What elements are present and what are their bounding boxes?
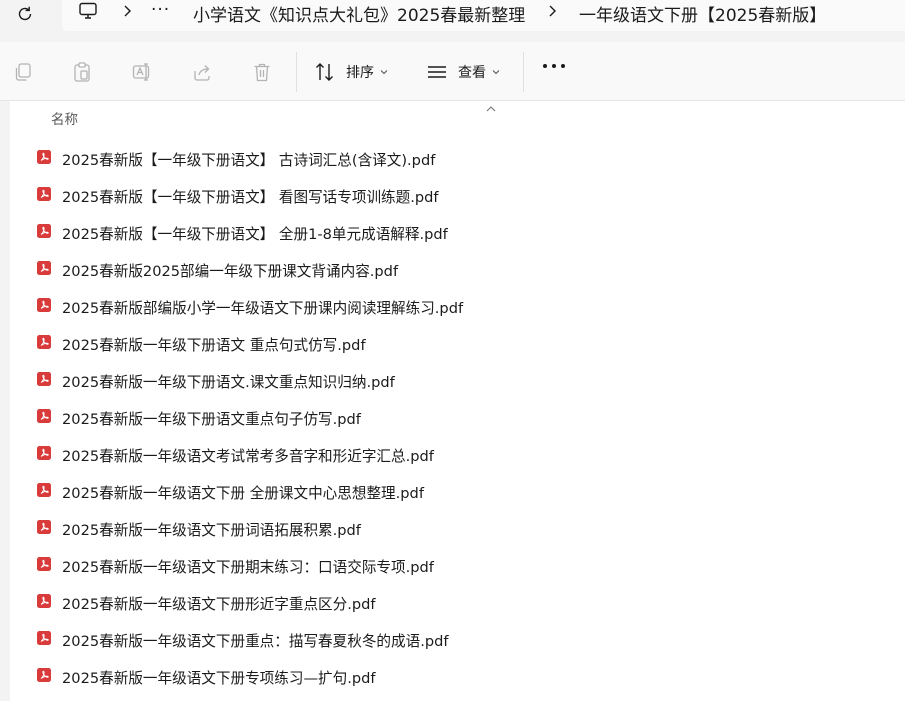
file-name: 2025春新版部编版小学一年级语文下册课内阅读理解练习.pdf — [62, 300, 464, 317]
file-row[interactable]: 2025春新版【一年级下册语文】 古诗词汇总(含译文).pdf — [36, 141, 435, 178]
file-name: 2025春新版一年级语文下册专项练习—扩句.pdf — [62, 670, 376, 687]
breadcrumb-item-current[interactable]: 一年级语文下册【2025春新版】 — [579, 1, 826, 26]
sort-ascending-icon — [486, 98, 496, 112]
file-name: 2025春新版一年级语文下册 全册课文中心思想整理.pdf — [62, 485, 424, 502]
pdf-file-icon — [37, 297, 51, 312]
file-row[interactable]: 2025春新版【一年级下册语文】 看图写话专项训练题.pdf — [36, 178, 439, 215]
file-name: 2025春新版【一年级下册语文】 看图写话专项训练题.pdf — [62, 189, 439, 206]
pdf-file-icon — [37, 630, 51, 645]
file-row[interactable]: 2025春新版一年级语文下册词语拓展积累.pdf — [36, 511, 361, 548]
file-name: 2025春新版一年级语文下册期末练习：口语交际专项.pdf — [62, 559, 434, 576]
pdf-file-icon — [37, 223, 51, 238]
pdf-file-icon — [37, 519, 51, 534]
file-row[interactable]: 2025春新版一年级语文下册专项练习—扩句.pdf — [36, 659, 376, 696]
file-name: 2025春新版【一年级下册语文】 全册1-8单元成语解释.pdf — [62, 226, 448, 243]
chevron-right-icon[interactable] — [546, 3, 558, 17]
file-name: 2025春新版一年级语文下册形近字重点区分.pdf — [62, 596, 376, 613]
column-header-name[interactable]: 名称 — [51, 108, 78, 128]
file-name: 2025春新版一年级语文下册重点：描写春夏秋冬的成语.pdf — [62, 633, 449, 650]
file-row[interactable]: 2025春新版一年级下册语文.课文重点知识归纳.pdf — [36, 363, 395, 400]
pdf-file-icon — [37, 260, 51, 275]
pdf-file-icon — [37, 556, 51, 571]
dot — [552, 64, 556, 68]
file-name: 2025春新版一年级下册语文 重点句式仿写.pdf — [62, 337, 366, 354]
toolbar-separator — [296, 52, 297, 92]
pdf-file-icon — [37, 186, 51, 201]
file-name: 2025春新版【一年级下册语文】 古诗词汇总(含译文).pdf — [62, 152, 436, 169]
file-name: 2025春新版一年级语文考试常考多音字和形近字汇总.pdf — [62, 448, 434, 465]
file-row[interactable]: 2025春新版【一年级下册语文】 全册1-8单元成语解释.pdf — [36, 215, 448, 252]
pdf-file-icon — [37, 371, 51, 386]
trash-icon[interactable] — [251, 61, 273, 83]
sort-icon — [316, 63, 333, 81]
file-row[interactable]: 2025春新版一年级语文下册重点：描写春夏秋冬的成语.pdf — [36, 622, 449, 659]
breadcrumb-overflow[interactable]: ··· — [151, 0, 170, 20]
file-row[interactable]: 2025春新版2025部编一年级下册课文背诵内容.pdf — [36, 252, 398, 289]
file-name: 2025春新版一年级语文下册词语拓展积累.pdf — [62, 522, 361, 539]
command-bar: 排序 查看 — [0, 42, 905, 101]
share-icon[interactable] — [191, 61, 213, 83]
file-name: 2025春新版2025部编一年级下册课文背诵内容.pdf — [62, 263, 399, 280]
pdf-file-icon — [37, 334, 51, 349]
file-name: 2025春新版一年级下册语文重点句子仿写.pdf — [62, 411, 361, 428]
view-icon — [428, 66, 446, 78]
pdf-file-icon — [37, 667, 51, 682]
toolbar-separator — [523, 52, 524, 92]
monitor-icon[interactable] — [78, 1, 100, 21]
file-row[interactable]: 2025春新版一年级语文下册 全册课文中心思想整理.pdf — [36, 474, 424, 511]
paste-icon[interactable] — [71, 61, 93, 83]
pdf-file-icon — [37, 408, 51, 423]
file-row[interactable]: 2025春新版一年级下册语文重点句子仿写.pdf — [36, 400, 361, 437]
rename-icon[interactable] — [131, 61, 153, 83]
sort-label: 排序 — [346, 65, 374, 81]
pdf-file-icon — [37, 593, 51, 608]
file-list-pane: 名称 2025春新版【一年级下册语文】 古诗词汇总(含译文).pdf 2025春新… — [0, 101, 905, 701]
navigation-pane-edge — [0, 101, 10, 701]
refresh-icon[interactable] — [14, 3, 36, 25]
file-row[interactable]: 2025春新版一年级下册语文 重点句式仿写.pdf — [36, 326, 366, 363]
chevron-right-icon[interactable] — [121, 3, 133, 17]
dot — [543, 64, 547, 68]
view-label: 查看 — [458, 65, 486, 81]
view-button[interactable]: 查看 — [426, 58, 500, 86]
more-options-button[interactable] — [543, 64, 565, 68]
pdf-file-icon — [37, 445, 51, 460]
pdf-file-icon — [37, 482, 51, 497]
address-bar: ··· 小学语文《知识点大礼包》2025春最新整理 一年级语文下册【2025春新… — [0, 0, 905, 42]
file-row[interactable]: 2025春新版一年级语文下册期末练习：口语交际专项.pdf — [36, 548, 434, 585]
file-row[interactable]: 2025春新版一年级语文下册形近字重点区分.pdf — [36, 585, 376, 622]
file-name: 2025春新版一年级下册语文.课文重点知识归纳.pdf — [62, 374, 395, 391]
chevron-down-icon — [380, 70, 388, 75]
pdf-file-icon — [37, 149, 51, 164]
file-row[interactable]: 2025春新版部编版小学一年级语文下册课内阅读理解练习.pdf — [36, 289, 463, 326]
breadcrumb-item-parent[interactable]: 小学语文《知识点大礼包》2025春最新整理 — [193, 1, 525, 26]
dot — [561, 64, 565, 68]
sort-button[interactable]: 排序 — [314, 58, 388, 86]
chevron-down-icon — [492, 70, 500, 75]
copy-icon[interactable] — [12, 61, 34, 83]
file-row[interactable]: 2025春新版一年级语文考试常考多音字和形近字汇总.pdf — [36, 437, 434, 474]
